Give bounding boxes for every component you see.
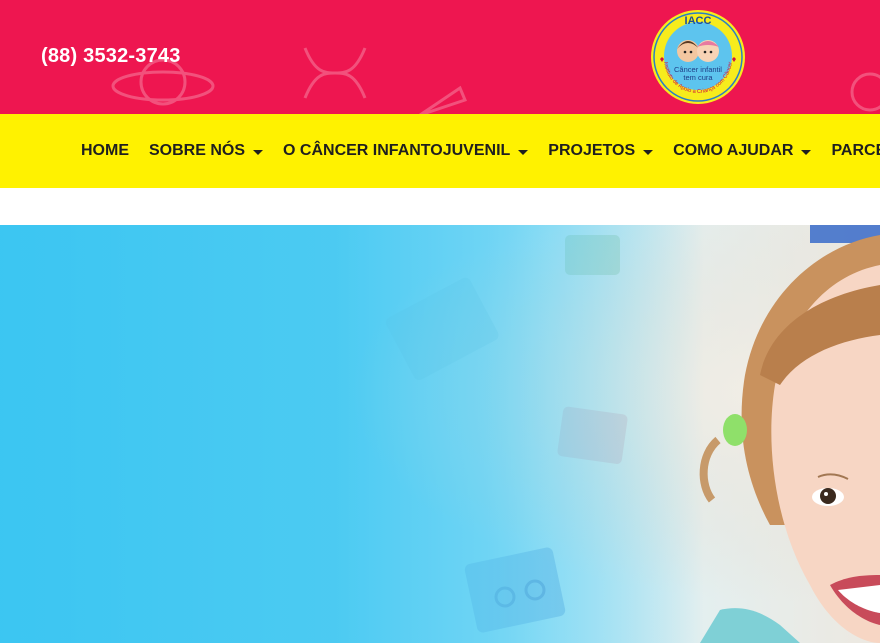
nav-item-cancer-infantojuvenil[interactable]: O CÂNCER INFANTOJUVENIL <box>283 142 529 160</box>
nav-item-parceiros[interactable]: PARCEIROS <box>831 142 880 160</box>
phone-number[interactable]: (88) 3532-3743 <box>41 45 181 68</box>
nav-item-home[interactable]: HOME <box>81 142 129 160</box>
dna-doodle-icon <box>303 47 367 99</box>
hero-child-photo <box>0 225 880 643</box>
nav-item-sobre-nos[interactable]: SOBRE NÓS <box>149 142 264 160</box>
nav-item-projetos[interactable]: PROJETOS <box>548 142 654 160</box>
caret-down-icon <box>518 149 529 155</box>
iacc-logo[interactable]: IACC Câncer infantil tem cura Instituto … <box>650 9 746 105</box>
nav-item-como-ajudar[interactable]: COMO AJUDAR <box>673 142 812 160</box>
main-navbar: HOME SOBRE NÓS O CÂNCER INFANTOJUVENIL P… <box>0 114 880 188</box>
caret-down-icon <box>643 149 654 155</box>
header-spacer <box>0 188 880 225</box>
nav-item-label: COMO AJUDAR <box>673 142 794 159</box>
logo-tagline-2: tem cura <box>683 73 713 82</box>
nav-item-label: HOME <box>81 142 129 159</box>
nav-item-label: PARCEIROS <box>831 142 880 159</box>
swirl-doodle-icon <box>850 72 880 112</box>
nav-menu: HOME SOBRE NÓS O CÂNCER INFANTOJUVENIL P… <box>81 114 880 188</box>
hero-banner <box>0 225 880 643</box>
logo-title: IACC <box>685 15 712 27</box>
top-bar: (88) 3532-3743 IACC Câncer infantil tem … <box>0 0 880 114</box>
nav-item-label: PROJETOS <box>548 142 636 159</box>
nav-item-label: O CÂNCER INFANTOJUVENIL <box>283 142 511 159</box>
nav-item-label: SOBRE NÓS <box>149 142 246 159</box>
caret-down-icon <box>801 149 812 155</box>
rocket-doodle-icon <box>419 85 468 114</box>
caret-down-icon <box>253 149 264 155</box>
